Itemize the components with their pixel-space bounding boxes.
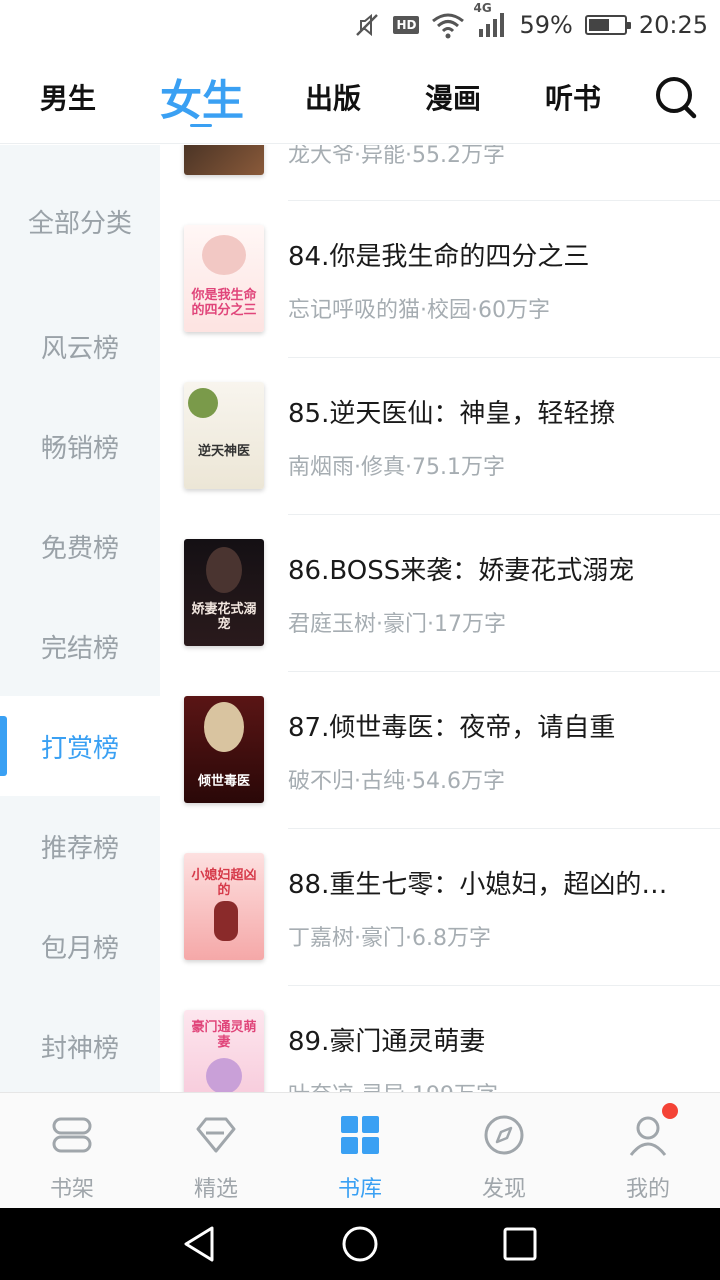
sidebar-item-monthly[interactable]: 包月榜 [0,896,160,996]
cover-title: 娇妻花式溺宠 [191,602,257,632]
divider [288,357,720,358]
search-icon [656,77,697,119]
clock: 20:25 [638,11,708,39]
active-tab-underline [190,124,212,127]
cover-title: 豪门通灵萌妻 [191,1020,257,1050]
book-meta: 南烟雨·修真·75.1万字 [288,455,505,480]
list-item[interactable]: 豪门通灵萌妻 89.豪门通灵萌妻 叶奈凉·灵异·199万字 [160,985,720,1092]
compass-icon [484,1115,524,1155]
cover-art [188,388,218,418]
search-button[interactable] [653,74,699,120]
divider [288,985,720,986]
book-cover: 逆天神医 [184,382,264,489]
sidebar-item-completed[interactable]: 完结榜 [0,596,160,696]
battery-percent: 59% [519,11,573,39]
nav-label: 精选 [193,1177,238,1202]
book-cover: 小媳妇超凶的 [184,853,264,960]
divider [288,514,720,515]
bookshelf-icon [52,1117,92,1153]
book-title: 86.BOSS来袭：娇妻花式溺宠 [288,556,635,586]
nav-featured[interactable]: 精选 [144,1093,288,1209]
cover-art [214,901,238,941]
battery-fill [588,19,609,31]
battery-icon [584,15,631,35]
category-tabs: 男生 女生 出版 漫画 听书 [0,50,720,144]
nav-library[interactable]: 书库 [288,1093,432,1209]
network-type-label: 4G [473,1,492,15]
book-meta: 丁嘉树·豪门·6.8万字 [288,926,491,951]
cover-art [202,235,246,275]
list-item[interactable]: 你是我生命的四分之三 84.你是我生命的四分之三 忘记呼吸的猫·校园·60万字 [160,200,720,357]
divider [288,828,720,829]
book-cover: 你是我生命的四分之三 [184,225,264,332]
notification-dot [662,1103,678,1119]
book-cover: 豪门通灵萌妻 [184,1010,264,1092]
diamond-icon [196,1117,236,1153]
book-title: 89.豪门通灵萌妻 [288,1027,486,1057]
list-item[interactable]: 龙大爷·异能·55.2万字 [160,145,720,202]
sidebar-item-legend[interactable]: 封神榜 [0,996,160,1096]
sidebar-item-label: 打赏榜 [40,733,119,764]
grid-icon [341,1116,379,1154]
tab-comics[interactable]: 漫画 [425,50,481,144]
cover-title: 倾世毒医 [197,774,250,789]
hd-icon: HD [393,16,420,34]
nav-label: 书架 [49,1177,94,1202]
signal-icon: 4G [473,1,507,39]
system-nav-bar [0,1208,720,1280]
cover-art [206,547,242,593]
tab-male[interactable]: 男生 [40,50,96,144]
nav-label: 书库 [337,1177,382,1202]
cover-title: 小媳妇超凶的 [191,868,257,898]
ranking-sidebar: 全部分类 风云榜 畅销榜 免费榜 完结榜 打赏榜 推荐榜 包月榜 封神榜 [0,145,160,1092]
book-list: 龙大爷·异能·55.2万字 你是我生命的四分之三 84.你是我生命的四分之三 忘… [160,145,720,1092]
bottom-nav: 书架 精选 书库 发现 我的 [0,1092,720,1208]
user-icon [629,1116,667,1156]
sidebar-item-recommended[interactable]: 推荐榜 [0,796,160,896]
cover-art [206,1058,242,1092]
tab-female[interactable]: 女生 [160,50,244,144]
cover-title: 你是我生命的四分之三 [191,288,257,318]
cover-art [204,702,244,752]
mute-icon [353,11,381,39]
nav-discover[interactable]: 发现 [432,1093,576,1209]
book-cover [184,145,264,175]
screen: HD 4G 59% 20:25 男生 女生 出版 漫画 听书 全部分类 风云榜 … [0,0,720,1280]
sidebar-item-trending[interactable]: 风云榜 [0,296,160,396]
list-item[interactable]: 逆天神医 85.逆天医仙：神皇，轻轻撩 南烟雨·修真·75.1万字 [160,357,720,514]
back-icon[interactable] [180,1224,220,1264]
home-icon[interactable] [340,1224,380,1264]
nav-profile[interactable]: 我的 [576,1093,720,1209]
cover-title: 逆天神医 [197,444,250,459]
sidebar-item-all-categories[interactable]: 全部分类 [0,171,160,271]
book-title: 84.你是我生命的四分之三 [288,242,590,272]
divider [288,200,720,201]
book-meta: 破不归·古纯·54.6万字 [288,769,505,794]
book-title: 87.倾世毒医：夜帝，请自重 [288,713,616,743]
book-title: 88.重生七零：小媳妇，超凶的… [288,870,668,900]
book-meta: 龙大爷·异能·55.2万字 [288,145,505,168]
list-item[interactable]: 娇妻花式溺宠 86.BOSS来袭：娇妻花式溺宠 君庭玉树·豪门·17万字 [160,514,720,671]
sidebar-item-bestseller[interactable]: 畅销榜 [0,396,160,496]
book-cover: 娇妻花式溺宠 [184,539,264,646]
sidebar-item-tips[interactable]: 打赏榜 [0,696,160,796]
list-item[interactable]: 倾世毒医 87.倾世毒医：夜帝，请自重 破不归·古纯·54.6万字 [160,671,720,828]
divider [288,671,720,672]
active-indicator [0,716,7,776]
wifi-icon [431,11,465,39]
book-meta: 忘记呼吸的猫·校园·60万字 [288,298,550,323]
book-meta: 叶奈凉·灵异·199万字 [288,1077,698,1092]
tab-audiobooks[interactable]: 听书 [545,50,601,144]
recents-icon[interactable] [500,1224,540,1264]
status-bar: HD 4G 59% 20:25 [0,0,720,50]
sidebar-item-free[interactable]: 免费榜 [0,496,160,596]
nav-label: 我的 [625,1177,670,1202]
book-title: 85.逆天医仙：神皇，轻轻撩 [288,399,616,429]
book-meta: 君庭玉树·豪门·17万字 [288,612,506,637]
tab-publish[interactable]: 出版 [305,50,361,144]
nav-label: 发现 [481,1177,526,1202]
nav-bookshelf[interactable]: 书架 [0,1093,144,1209]
book-cover: 倾世毒医 [184,696,264,803]
list-item[interactable]: 小媳妇超凶的 88.重生七零：小媳妇，超凶的… 丁嘉树·豪门·6.8万字 [160,828,720,985]
